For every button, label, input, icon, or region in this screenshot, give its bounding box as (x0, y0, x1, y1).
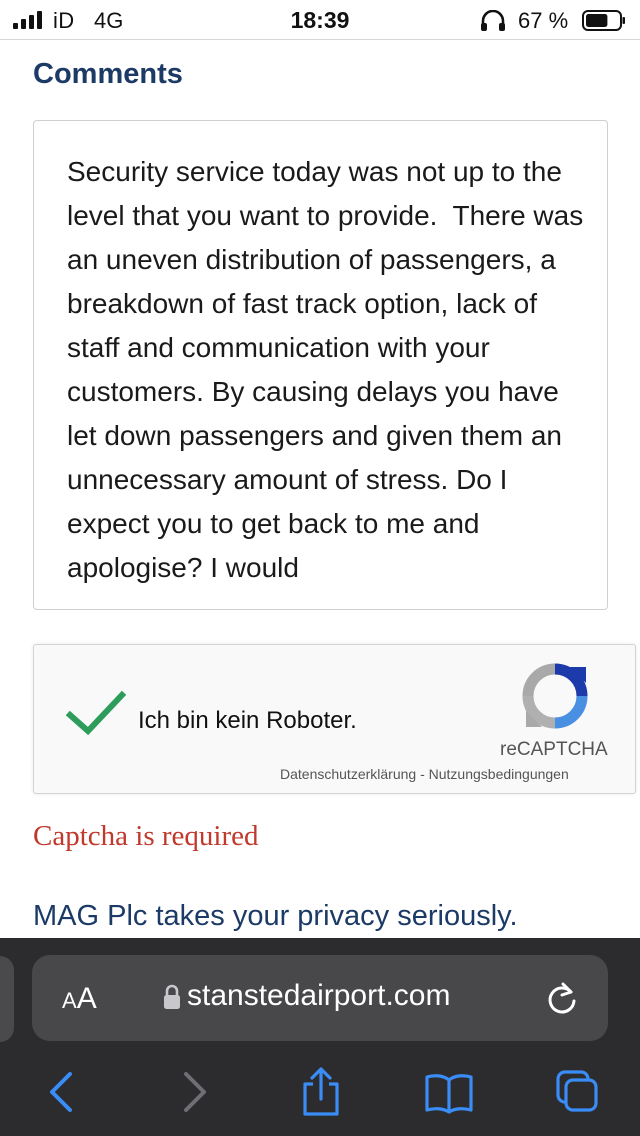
tabs-icon[interactable] (552, 1066, 602, 1118)
comments-text: Security service today was not up to the… (67, 156, 591, 583)
chevron-right-icon[interactable] (168, 1066, 218, 1118)
comments-heading: Comments (33, 58, 183, 90)
reader-small-a: A (62, 988, 77, 1013)
lock-icon (164, 984, 180, 1009)
reader-options-button[interactable]: AA (62, 982, 97, 1016)
book-icon[interactable] (424, 1066, 474, 1118)
recaptcha-brand: reCAPTCHA (500, 739, 608, 760)
terms-link[interactable]: Nutzungsbedingungen (429, 766, 569, 782)
privacy-notice: MAG Plc takes your privacy seriously. (33, 900, 518, 932)
reader-big-a: A (76, 982, 97, 1015)
recaptcha-links: Datenschutzerklärung - Nutzungsbedingung… (280, 766, 569, 782)
headphones-icon (481, 10, 505, 31)
captcha-error-message: Captcha is required (33, 820, 259, 852)
status-bar: iD 4G 18:39 67 % (0, 0, 640, 40)
comments-textarea[interactable]: Security service today was not up to the… (33, 120, 608, 610)
recaptcha-widget: Ich bin kein Roboter. reCAPTCHA Datensch… (33, 644, 636, 794)
share-icon[interactable] (296, 1066, 346, 1118)
reload-icon[interactable] (545, 980, 579, 1016)
previous-tab-preview[interactable] (0, 956, 14, 1042)
url-text[interactable]: stanstedairport.com (187, 979, 450, 1013)
recaptcha-logo-icon (522, 663, 588, 729)
address-bar[interactable]: AA stanstedairport.com (32, 955, 608, 1041)
link-separator: - (416, 766, 429, 782)
battery-percentage: 67 % (518, 8, 569, 33)
privacy-policy-link[interactable]: Datenschutzerklärung (280, 766, 416, 782)
battery-icon (582, 10, 625, 31)
checkmark-icon[interactable] (66, 689, 126, 737)
recaptcha-label[interactable]: Ich bin kein Roboter. (138, 707, 357, 735)
chevron-left-icon[interactable] (40, 1066, 90, 1118)
